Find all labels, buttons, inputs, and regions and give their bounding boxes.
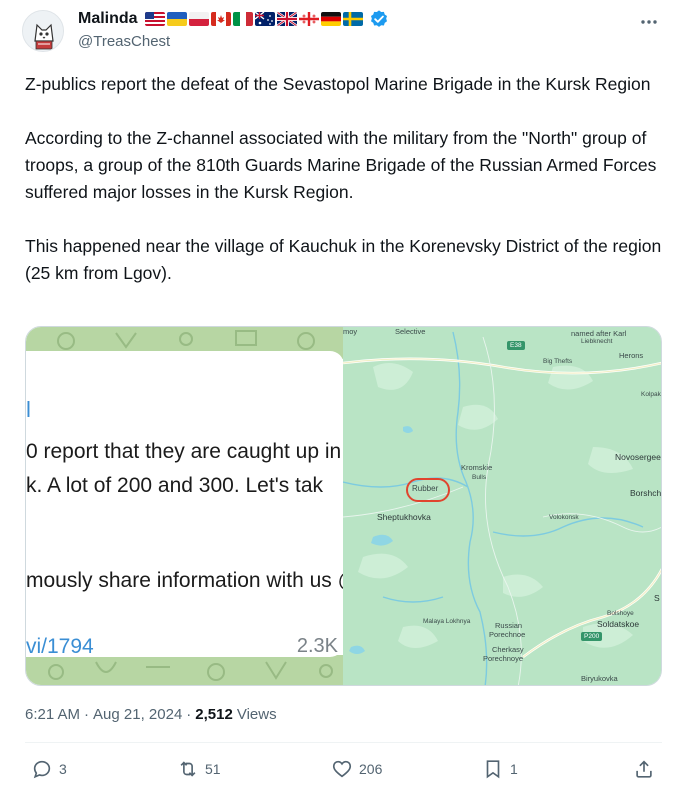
map-label: Soldatskoe [597, 619, 640, 629]
separator-dot: · [84, 706, 90, 723]
map-label: Biryukovka [581, 674, 618, 683]
telegram-message-line: k. A lot of 200 and 300. Let's tak [26, 474, 324, 497]
map-label: Kolpak [641, 391, 661, 398]
telegram-views-count: 2.3K [296, 635, 338, 657]
repost-icon [180, 761, 196, 777]
map-image[interactable]: moy Selective named after Karl Liebknech… [343, 327, 661, 685]
views-count: 2,512 [195, 706, 233, 723]
map-label: Volokonsk [549, 514, 579, 521]
bookmark-icon [486, 760, 500, 779]
cat-avatar-icon [23, 11, 63, 51]
map-label-rubber: Rubber [412, 484, 439, 493]
divider [25, 742, 662, 743]
reply-button[interactable]: 3 [31, 758, 67, 780]
map-label: Sheptukhovka [377, 512, 431, 522]
reply-count: 3 [59, 761, 67, 777]
tweet-metadata: 6:21 AM · Aug 21, 2024 · 2,512 Views [25, 706, 277, 723]
tweet-text: Z-publics report the defeat of the Sevas… [25, 71, 665, 287]
map-label: Novosergeev [615, 452, 661, 462]
tweet-date[interactable]: Aug 21, 2024 [93, 706, 182, 723]
map-label: Porechnoe [489, 630, 526, 639]
action-bar: 3 51 206 1 [25, 758, 662, 786]
ukraine-flag-icon [166, 12, 187, 26]
tweet-time[interactable]: 6:21 AM [25, 706, 80, 723]
author-handle[interactable]: @TreasChest [78, 33, 170, 50]
more-options-icon[interactable] [639, 12, 659, 37]
telegram-screenshot-image[interactable]: l 0 report that they are caught up in a … [26, 327, 343, 685]
georgia-flag-icon [298, 12, 319, 26]
sweden-flag-icon [342, 12, 363, 26]
telegram-message-line: 0 report that they are caught up in a [26, 440, 343, 463]
map-label: Porechnoye [483, 654, 524, 663]
telegram-post-link: vi/1794 [26, 635, 94, 658]
map-label: Borshch [630, 488, 661, 498]
avatar[interactable] [22, 10, 64, 52]
author-name-row: Malinda [78, 9, 389, 29]
repost-button[interactable]: 51 [177, 758, 221, 780]
views-label: Views [236, 706, 277, 723]
tweet-paragraph: This happened near the village of Kauchu… [25, 236, 662, 283]
map-label: Bolshoye [607, 610, 634, 617]
author-name[interactable]: Malinda [78, 10, 138, 28]
map-label: named after Karl [571, 329, 627, 338]
road-shield-e38: E38 [507, 341, 525, 350]
map-label: Bulls [472, 474, 487, 481]
separator-dot: · [186, 706, 192, 723]
tweet-paragraph: According to the Z-channel associated wi… [25, 128, 657, 202]
map-label: Big Thefts [543, 358, 573, 365]
media-container[interactable]: l 0 report that they are caught up in a … [25, 326, 662, 686]
share-icon [636, 760, 652, 778]
uk-flag-icon [276, 12, 297, 26]
heart-icon [332, 760, 352, 778]
map-label: S [654, 593, 660, 603]
canada-flag-icon [210, 12, 231, 26]
germany-flag-icon [320, 12, 341, 26]
road-shield-p200: P200 [581, 632, 603, 641]
flag-list [144, 12, 363, 26]
map-label: Herons [619, 351, 644, 360]
map-label: moy [343, 327, 358, 336]
reply-icon [33, 760, 51, 779]
telegram-message-line: mously share information with us @ [26, 569, 343, 592]
tweet-paragraph: Z-publics report the defeat of the Sevas… [25, 74, 651, 94]
like-button[interactable]: 206 [331, 758, 382, 780]
tweet: Malinda @TreasChest Z-publics report the… [0, 0, 685, 806]
map-label: Cherkasy [492, 645, 524, 654]
map-label: Kromskie [461, 463, 493, 472]
us-flag-icon [144, 12, 165, 26]
bookmark-button[interactable]: 1 [482, 758, 518, 780]
telegram-channel-name: l [26, 397, 31, 422]
like-count: 206 [359, 761, 383, 777]
australia-flag-icon [254, 12, 275, 26]
repost-count: 51 [205, 761, 221, 777]
italy-flag-icon [232, 12, 253, 26]
share-button[interactable] [633, 758, 655, 780]
map-label: Selective [395, 327, 426, 336]
bookmark-count: 1 [510, 761, 518, 777]
map-label: Liebknecht [581, 338, 613, 345]
map-label: Malaya Lokhnya [423, 618, 471, 625]
telegram-message-card: l 0 report that they are caught up in a … [26, 351, 343, 658]
verified-badge-icon[interactable] [369, 9, 389, 29]
poland-flag-icon [188, 12, 209, 26]
map-label: Russian [495, 621, 523, 630]
